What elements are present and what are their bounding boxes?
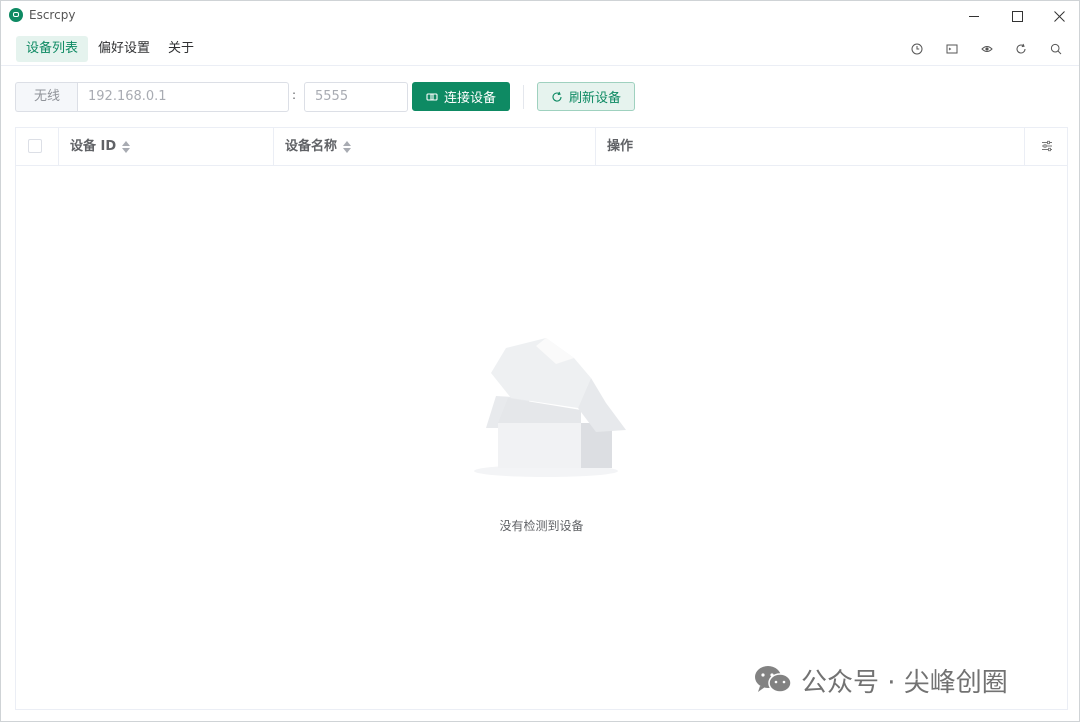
column-device-id[interactable]: 设备 ID — [58, 128, 273, 165]
tab-device-list[interactable]: 设备列表 — [16, 36, 89, 62]
refresh-devices-label: 刷新设备 — [568, 91, 621, 106]
search-icon[interactable] — [1049, 42, 1063, 56]
menu-bar: 设备列表 偏好设置 关于 — [1, 33, 1079, 66]
close-icon — [1053, 10, 1065, 22]
app-window: Escrcpy 设备列表 偏好设置 关于 无线 192.168.0.1 : 55… — [0, 0, 1080, 722]
app-title: Escrcpy — [29, 8, 76, 22]
refresh-devices-button[interactable]: 刷新设备 — [537, 82, 635, 111]
column-device-name[interactable]: 设备名称 — [273, 128, 595, 165]
close-button[interactable] — [1039, 5, 1079, 27]
tab-about[interactable]: 关于 — [158, 36, 204, 62]
empty-state-text: 没有检测到设备 — [499, 519, 584, 533]
sort-icon[interactable] — [343, 140, 352, 153]
column-device-id-label: 设备 ID — [70, 139, 117, 154]
device-table: 设备 ID 设备名称 操作 没有检测到设备 — [15, 127, 1068, 710]
ip-address-input[interactable]: 192.168.0.1 — [77, 82, 289, 112]
toolbar-divider — [523, 85, 524, 109]
minimize-icon — [969, 15, 979, 17]
wireless-addon-label: 无线 — [15, 82, 78, 112]
connect-device-button[interactable]: 连接设备 — [412, 82, 510, 111]
terminal-icon[interactable] — [945, 42, 959, 56]
link-icon — [426, 92, 438, 101]
watermark: 公众号 · 尖峰创圈 — [753, 663, 1008, 698]
tab-preferences[interactable]: 偏好设置 — [88, 36, 160, 62]
maximize-icon — [1011, 10, 1023, 22]
connect-device-label: 连接设备 — [443, 91, 496, 106]
column-actions: 操作 — [595, 128, 1024, 165]
select-all-checkbox[interactable] — [28, 139, 42, 153]
column-device-name-label: 设备名称 — [285, 139, 338, 154]
sort-icon[interactable] — [122, 140, 131, 153]
app-logo-icon — [9, 8, 23, 22]
maximize-button[interactable] — [997, 5, 1037, 27]
minimize-button[interactable] — [954, 5, 994, 27]
port-input[interactable]: 5555 — [304, 82, 408, 112]
column-settings-cell — [1024, 128, 1067, 165]
refresh-icon[interactable] — [1014, 42, 1028, 56]
eye-icon[interactable] — [980, 42, 994, 56]
colon-separator: : — [292, 88, 297, 102]
refresh-icon — [552, 91, 562, 102]
column-actions-label: 操作 — [607, 139, 634, 154]
wechat-icon — [755, 666, 792, 693]
title-bar: Escrcpy — [1, 1, 1079, 31]
select-all-cell — [16, 128, 58, 165]
table-header: 设备 ID 设备名称 操作 — [16, 128, 1067, 166]
watermark-text: 公众号 · 尖峰创圈 — [801, 667, 1008, 698]
sliders-icon[interactable] — [1041, 140, 1053, 152]
empty-box-illustration — [474, 338, 626, 477]
clock-icon[interactable] — [910, 42, 924, 56]
